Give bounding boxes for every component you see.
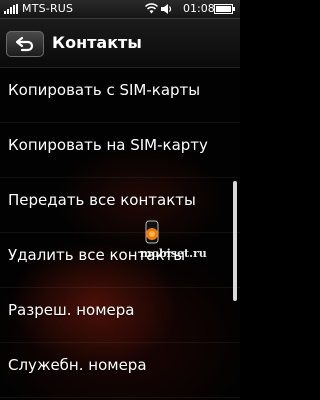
menu-item-service-numbers[interactable]: Служебн. номера [0,343,240,398]
back-button[interactable] [6,31,44,57]
menu-item-allowed-numbers[interactable]: Разреш. номера [0,288,240,343]
mobiset-logo-icon [145,220,159,244]
menu-item-label: Копировать с SIM-карты [8,81,201,99]
menu-item-copy-from-sim[interactable]: Копировать с SIM-карты [0,68,240,123]
header-bar: Контакты [0,19,240,68]
menu-item-label: Копировать на SIM-карту [8,136,208,154]
menu-item-copy-to-sim[interactable]: Копировать на SIM-карту [0,123,240,178]
clock: 01:08 [183,2,215,15]
back-arrow-icon [16,36,34,52]
menu-item-label: Передать все контакты [8,191,196,209]
speaker-icon [161,4,172,14]
operator-name: MTS-RUS [22,2,74,15]
signal-strength-icon [4,4,18,14]
watermark: mobiset.ru [140,220,235,260]
menu-item-label: Разреш. номера [8,301,135,319]
page-title: Контакты [52,33,142,52]
menu-item-label: Служебн. номера [8,356,147,374]
status-bar: MTS-RUS 01:08 [0,0,240,19]
watermark-text: mobiset.ru [140,247,207,260]
wifi-icon [145,3,158,14]
battery-icon [214,4,235,14]
